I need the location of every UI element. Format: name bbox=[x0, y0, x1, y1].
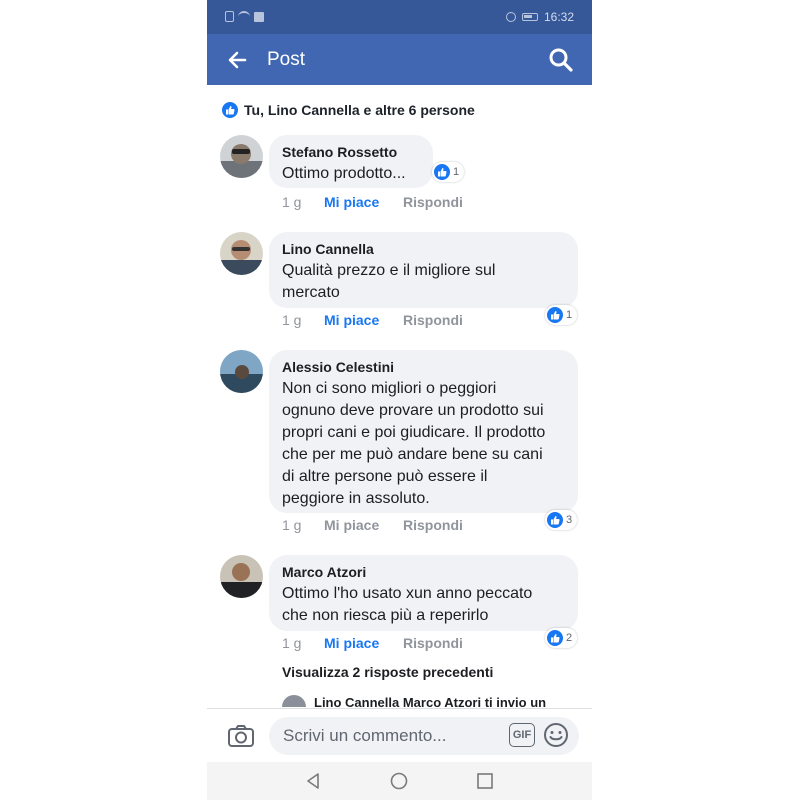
comment-author[interactable]: Marco Atzori bbox=[282, 563, 566, 581]
back-arrow-icon[interactable] bbox=[225, 48, 249, 72]
avatar[interactable] bbox=[220, 232, 263, 275]
reply-button[interactable]: Rispondi bbox=[403, 517, 463, 533]
status-bar: 16:32 bbox=[207, 0, 592, 34]
app-bar: Post bbox=[207, 34, 592, 85]
comment-bubble: Stefano Rossetto Ottimo prodotto... bbox=[269, 135, 433, 188]
comment-reactions[interactable]: 3 bbox=[545, 510, 578, 530]
reply-button[interactable]: Rispondi bbox=[403, 194, 463, 210]
comment-reactions[interactable]: 1 bbox=[432, 162, 465, 182]
view-previous-replies-link[interactable]: Visualizza 2 risposte precedenti bbox=[282, 664, 493, 680]
search-icon[interactable] bbox=[548, 47, 574, 73]
camera-icon[interactable] bbox=[227, 723, 255, 749]
comment-bubble: Marco Atzori Ottimo l'ho usato xun anno … bbox=[269, 555, 578, 631]
wifi-icon bbox=[238, 11, 250, 22]
emoji-icon[interactable] bbox=[543, 722, 569, 748]
like-reaction-icon bbox=[546, 629, 564, 647]
avatar[interactable] bbox=[282, 695, 306, 707]
comment-time[interactable]: 1 g bbox=[282, 517, 324, 533]
comment-time[interactable]: 1 g bbox=[282, 312, 324, 328]
comment-text: Qualità prezzo e il migliore sul mercato bbox=[282, 262, 496, 301]
comment-author[interactable]: Lino Cannella bbox=[282, 240, 566, 258]
reply-button[interactable]: Rispondi bbox=[403, 635, 463, 651]
avatar[interactable] bbox=[220, 350, 263, 393]
avatar[interactable] bbox=[220, 555, 263, 598]
comment-reactions[interactable]: 1 bbox=[545, 305, 578, 325]
nav-back-icon[interactable] bbox=[304, 772, 322, 790]
partial-reply: Lino Cannella Marco Atzori ti invio un bbox=[282, 695, 582, 707]
like-button[interactable]: Mi piace bbox=[324, 635, 403, 651]
battery-icon bbox=[521, 13, 538, 21]
comment-text: Ottimo l'ho usato xun anno peccato che n… bbox=[282, 585, 533, 624]
comment-composer: Scrivi un commento... GIF bbox=[207, 708, 592, 763]
like-reaction-icon bbox=[546, 511, 564, 529]
avatar[interactable] bbox=[220, 135, 263, 178]
nav-recents-icon[interactable] bbox=[477, 773, 493, 789]
reactions-summary[interactable]: Tu, Lino Cannella e altre 6 persone bbox=[221, 101, 475, 119]
alarm-icon bbox=[505, 12, 516, 22]
comment-bubble: Alessio Celestini Non ci sono migliori o… bbox=[269, 350, 578, 513]
like-button[interactable]: Mi piace bbox=[324, 312, 403, 328]
comment-actions: 1 g Mi piace Rispondi bbox=[282, 312, 463, 328]
reactions-summary-text: Tu, Lino Cannella e altre 6 persone bbox=[244, 102, 475, 118]
reaction-count: 3 bbox=[566, 514, 573, 526]
phone-screen: 16:32 Post Tu, Lino Cannella e altre 6 p… bbox=[207, 0, 592, 800]
status-time: 16:32 bbox=[543, 10, 574, 24]
comment-time[interactable]: 1 g bbox=[282, 194, 324, 210]
partial-reply-text: Lino Cannella Marco Atzori ti invio un bbox=[314, 695, 547, 707]
comment-text: Ottimo prodotto... bbox=[282, 165, 406, 182]
reaction-count: 1 bbox=[566, 309, 573, 321]
comment-text: Non ci sono migliori o peggiori ognuno d… bbox=[282, 380, 546, 507]
comment-actions: 1 g Mi piace Rispondi bbox=[282, 517, 463, 533]
like-reaction-icon bbox=[546, 306, 564, 324]
like-button[interactable]: Mi piace bbox=[324, 194, 403, 210]
sim-icon bbox=[225, 11, 234, 22]
like-button[interactable]: Mi piace bbox=[324, 517, 403, 533]
comment-bubble: Lino Cannella Qualità prezzo e il miglio… bbox=[269, 232, 578, 308]
nav-home-icon[interactable] bbox=[390, 772, 408, 790]
like-reaction-icon bbox=[433, 163, 451, 181]
reaction-count: 1 bbox=[453, 166, 460, 178]
comment-time[interactable]: 1 g bbox=[282, 635, 324, 651]
comment-author[interactable]: Alessio Celestini bbox=[282, 358, 566, 376]
comment-reactions[interactable]: 2 bbox=[545, 628, 578, 648]
comment-actions: 1 g Mi piace Rispondi bbox=[282, 194, 463, 210]
like-reaction-icon bbox=[221, 101, 239, 119]
reaction-count: 2 bbox=[566, 632, 573, 644]
comment-author[interactable]: Stefano Rossetto bbox=[282, 143, 421, 161]
system-nav-bar bbox=[207, 762, 592, 800]
reply-button[interactable]: Rispondi bbox=[403, 312, 463, 328]
gif-icon[interactable]: GIF bbox=[509, 723, 535, 747]
facebook-icon bbox=[254, 11, 264, 22]
comment-actions: 1 g Mi piace Rispondi bbox=[282, 635, 463, 651]
page-title: Post bbox=[267, 49, 306, 70]
